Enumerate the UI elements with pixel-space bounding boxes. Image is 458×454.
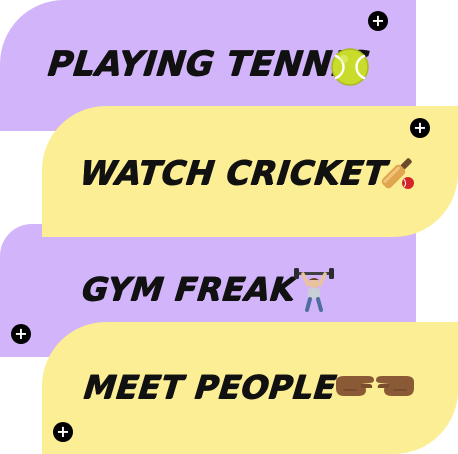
add-button[interactable]: + [368,11,388,31]
interest-label: GYM FREAK [80,270,298,308]
weightlifter-icon [294,268,334,312]
interest-card-meet-people[interactable]: MEET PEOPLE [42,322,458,454]
interest-card-watch-cricket[interactable]: WATCH CRICKET [42,106,458,237]
interest-label: MEET PEOPLE [82,368,339,406]
add-button[interactable]: + [53,422,73,442]
add-button[interactable]: + [11,324,31,344]
cricket-bat-icon [381,158,414,189]
handshake-hands-icon [336,376,414,396]
interest-label: WATCH CRICKET [77,153,389,192]
tennis-ball-icon [331,48,369,86]
add-button[interactable]: + [410,118,430,138]
interest-label: PLAYING TENNIS [45,44,373,84]
